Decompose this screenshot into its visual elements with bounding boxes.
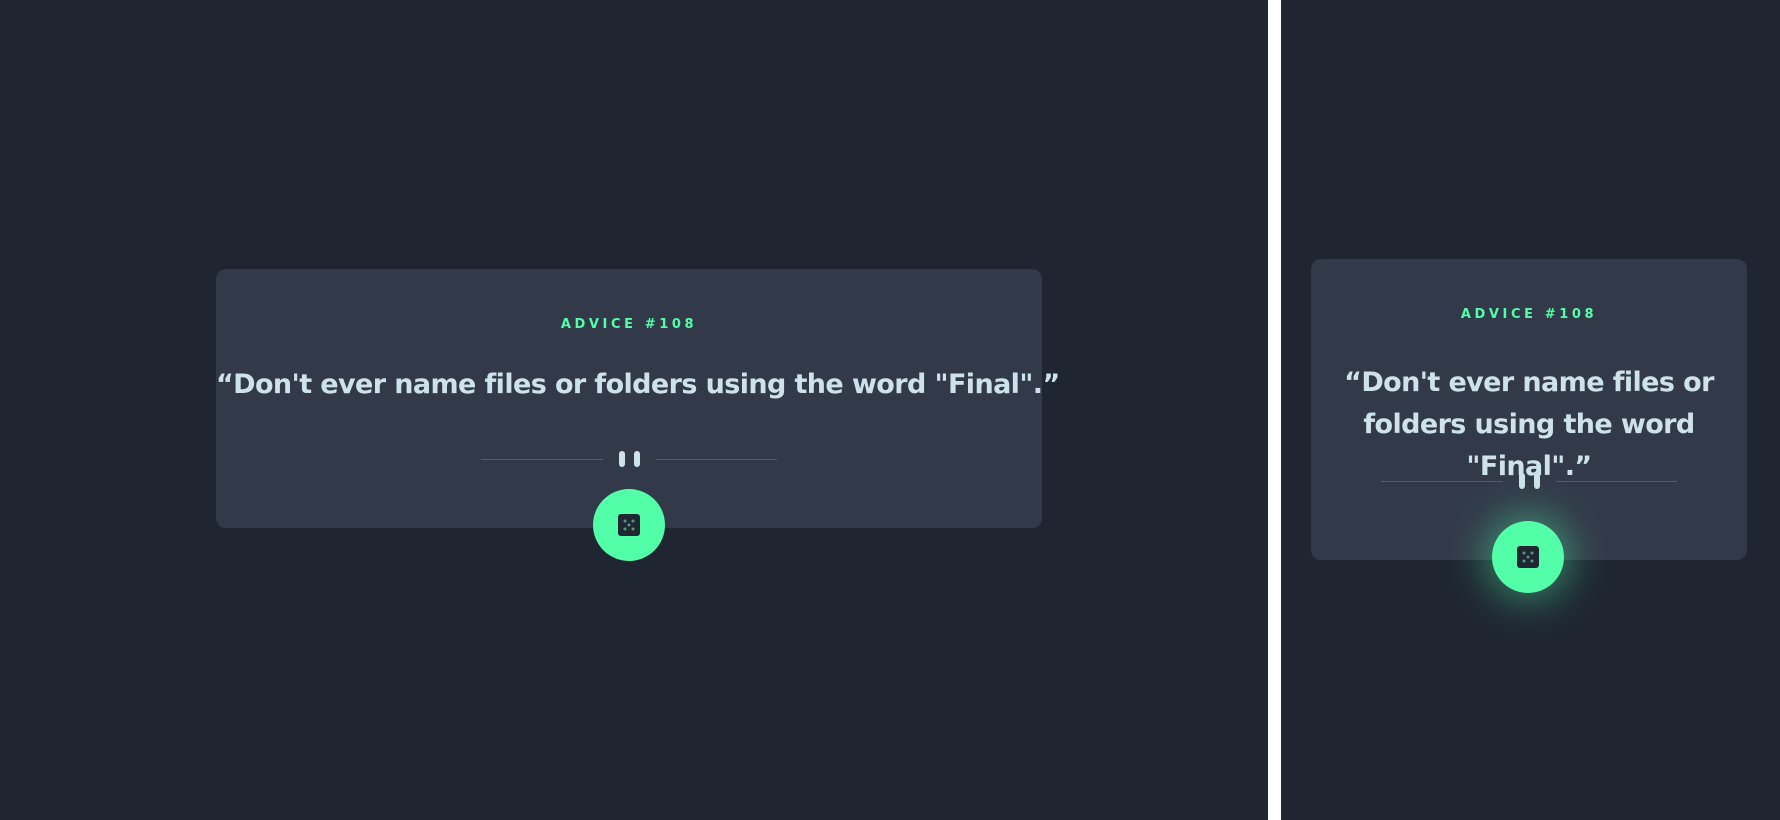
pattern-divider bbox=[1381, 471, 1677, 491]
new-advice-button[interactable] bbox=[1492, 521, 1564, 593]
divider-line-right bbox=[655, 458, 777, 460]
advice-quote: “Don't ever name files or folders using … bbox=[1344, 367, 1714, 482]
dice-icon bbox=[1517, 546, 1539, 568]
divider-line-right bbox=[1555, 480, 1677, 482]
pause-icon bbox=[1518, 473, 1540, 489]
advice-id-label: ADVICE #108 bbox=[560, 317, 698, 332]
desktop-view: ADVICE #108 “Don't ever name files or fo… bbox=[0, 0, 1268, 820]
pause-bar bbox=[1518, 473, 1525, 489]
pattern-divider bbox=[481, 449, 777, 469]
new-advice-button[interactable] bbox=[593, 489, 665, 561]
divider-line-left bbox=[481, 458, 603, 460]
advice-id-label: ADVICE #108 bbox=[1460, 307, 1598, 322]
advice-quote: “Don't ever name files or folders using … bbox=[216, 369, 1060, 400]
dice-icon bbox=[618, 514, 640, 536]
pause-bar bbox=[633, 451, 640, 467]
screenshot-stage: ADVICE #108 “Don't ever name files or fo… bbox=[0, 0, 1780, 820]
pause-bar bbox=[1533, 473, 1540, 489]
pause-icon bbox=[618, 451, 640, 467]
advice-card: ADVICE #108 “Don't ever name files or fo… bbox=[1311, 259, 1747, 560]
mobile-view: ADVICE #108 “Don't ever name files or fo… bbox=[1281, 0, 1780, 820]
pause-bar bbox=[618, 451, 625, 467]
divider-line-left bbox=[1381, 480, 1503, 482]
